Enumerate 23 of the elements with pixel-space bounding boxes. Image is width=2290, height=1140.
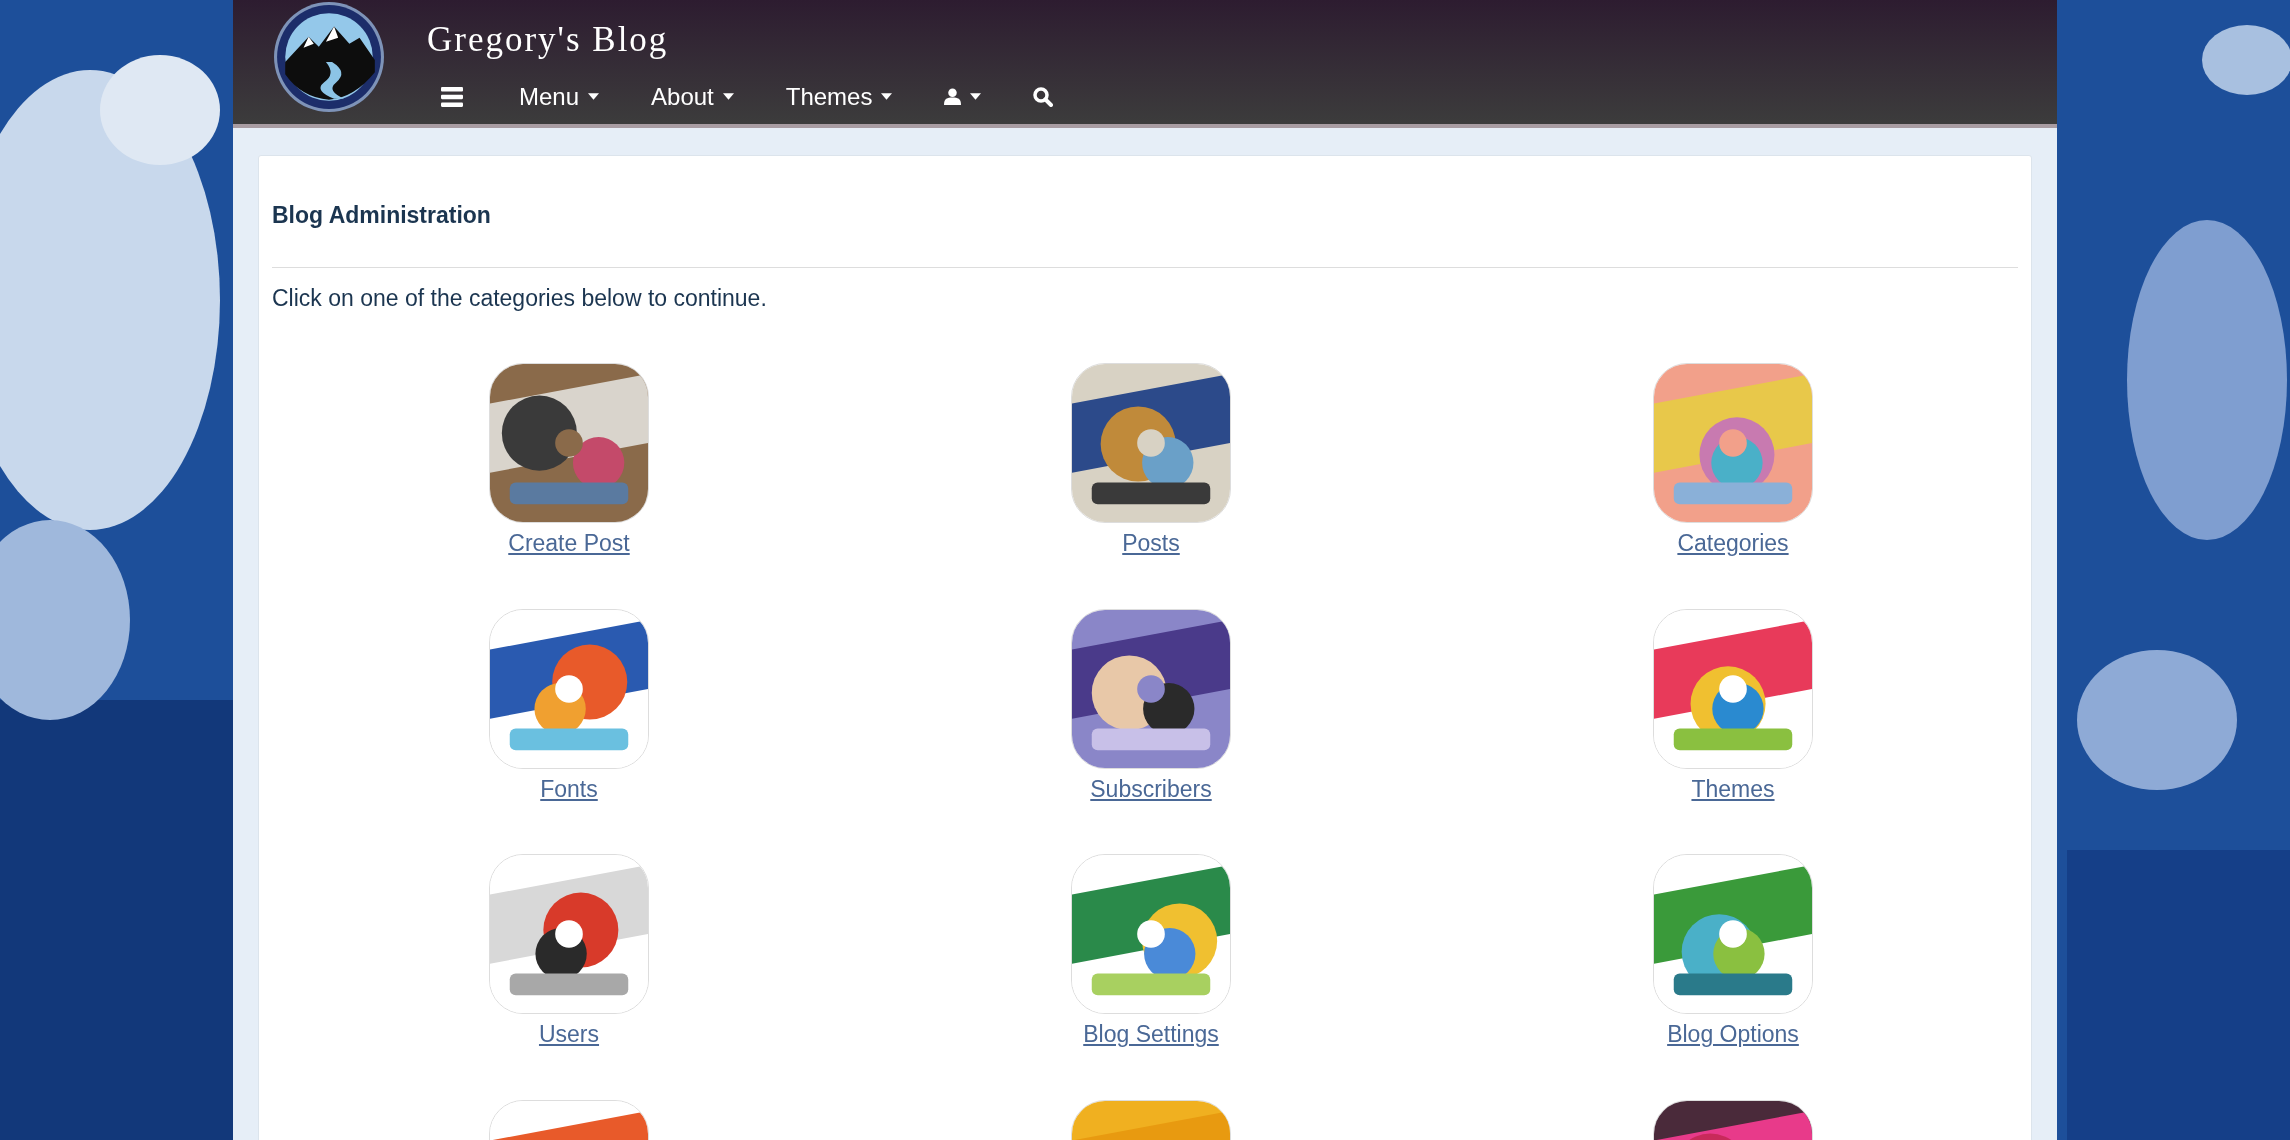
- panel-title: Blog Administration: [272, 201, 492, 230]
- category-link[interactable]: Create Post: [508, 526, 630, 561]
- category-link[interactable]: Blog Settings: [1083, 1017, 1219, 1052]
- menu-icon: [441, 86, 463, 107]
- category-link[interactable]: Themes: [1691, 771, 1775, 806]
- search-icon: [1033, 86, 1054, 107]
- category-link[interactable]: Blog Options: [1667, 1017, 1799, 1052]
- logo-icon: [273, 1, 385, 113]
- caret-icon: [970, 93, 982, 100]
- category-link[interactable]: Users: [538, 1017, 600, 1052]
- nav-menu-item[interactable]: About: [647, 78, 738, 115]
- category-link[interactable]: Fonts: [540, 771, 598, 806]
- intro-text: Click on one of the categories below to continue.: [272, 283, 768, 313]
- caret-icon: [588, 93, 600, 100]
- caret-icon: [881, 93, 893, 100]
- nav-menu-item[interactable]: Themes: [781, 78, 897, 115]
- category-link[interactable]: Posts: [1122, 526, 1180, 561]
- caret-icon: [722, 93, 734, 100]
- user-icon: [944, 88, 962, 105]
- category-link[interactable]: Categories: [1677, 526, 1789, 561]
- category-link[interactable]: Subscribers: [1090, 771, 1212, 806]
- nav-menu-item[interactable]: Menu: [515, 78, 604, 115]
- site-title: Gregory's Blog: [427, 19, 670, 61]
